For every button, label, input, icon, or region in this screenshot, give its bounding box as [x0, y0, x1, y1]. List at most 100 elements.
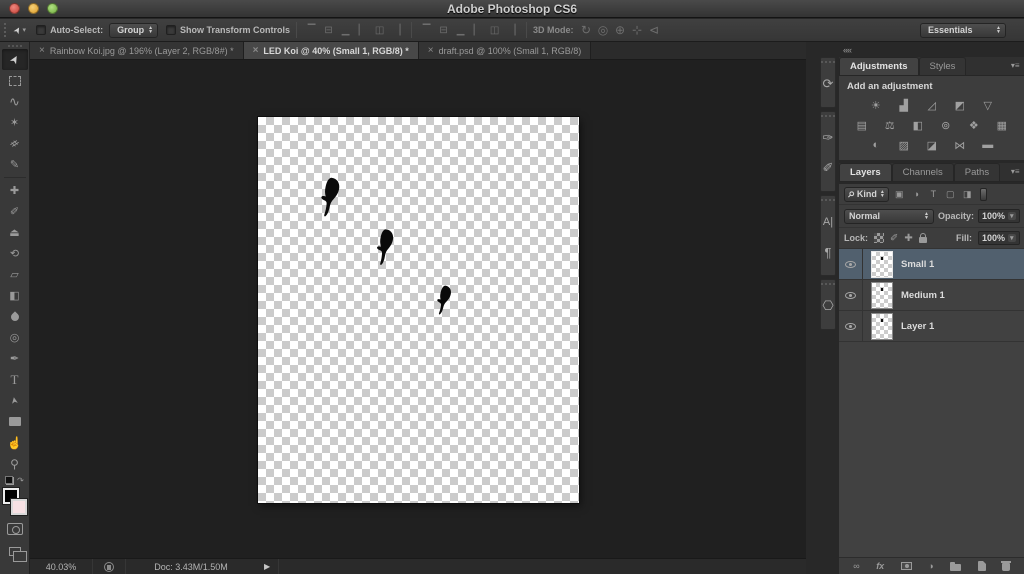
align-left-edges-button[interactable]: ▏ [354, 25, 371, 36]
layers-empty-area[interactable] [839, 342, 1024, 557]
tab-adjustments[interactable]: Adjustments [839, 57, 919, 75]
new-adjustment-layer-button[interactable]: ◑ [928, 561, 933, 571]
show-transform-checkbox[interactable] [166, 25, 176, 35]
screen-mode-button[interactable] [2, 541, 28, 562]
workspace-dropdown[interactable]: Essentials ▲▼ [920, 23, 1006, 38]
move-tool-preset-button[interactable]: ➤ ▾ [14, 25, 26, 36]
layer-name[interactable]: Medium 1 [901, 290, 945, 301]
distribute-right-edges-button[interactable]: ▕ [503, 25, 520, 36]
filter-shape-layers-icon[interactable]: ▢ [944, 189, 957, 200]
new-group-button[interactable] [950, 562, 961, 571]
close-icon[interactable]: × [428, 45, 434, 56]
dodge-tool-button[interactable]: ◎ [2, 327, 28, 348]
panel-menu-icon[interactable]: ▾≡ [1011, 167, 1020, 176]
3d-slide-icon[interactable]: ⊹ [629, 23, 646, 37]
filter-smart-objects-icon[interactable]: ◨ [961, 189, 974, 200]
visibility-cell[interactable] [839, 249, 863, 279]
distribute-horizontal-centers-button[interactable]: ◫ [486, 25, 503, 36]
zoom-level-field[interactable]: 40.03% [30, 562, 92, 572]
marquee-tool-button[interactable] [2, 70, 28, 91]
move-tool-button[interactable]: ➤ [2, 49, 28, 70]
rectangle-tool-button[interactable] [2, 411, 28, 432]
brightness-contrast-icon[interactable]: ☀ [867, 98, 885, 112]
pasteboard[interactable] [30, 60, 806, 558]
hand-tool-button[interactable]: ☝ [2, 432, 28, 453]
character-panel-icon[interactable]: A| [821, 207, 835, 237]
gradient-tool-button[interactable]: ◧ [2, 285, 28, 306]
panel-grip[interactable] [821, 199, 835, 201]
panel-grip[interactable] [821, 283, 835, 285]
zoom-tool-button[interactable]: ⚲ [2, 453, 28, 474]
eyedropper-tool-button[interactable]: ✎ [2, 154, 28, 175]
filtering-toggle[interactable] [980, 188, 987, 201]
distribute-vertical-centers-button[interactable]: ⊟ [435, 25, 452, 36]
layer-thumbnail[interactable] [871, 282, 893, 309]
collapse-dock-icon[interactable]: «« [843, 45, 851, 55]
lock-paint-icon[interactable]: ✐ [890, 233, 898, 244]
layer-name[interactable]: Small 1 [901, 259, 934, 270]
curves-icon[interactable]: ◿ [923, 98, 941, 112]
filter-kind-dropdown[interactable]: ⚲ Kind ▲▼ [844, 187, 889, 202]
visibility-cell[interactable] [839, 311, 863, 341]
link-layers-button[interactable]: ∞ [853, 561, 859, 571]
tab-styles[interactable]: Styles [919, 57, 967, 75]
color-balance-icon[interactable]: ⚖ [881, 118, 899, 132]
tab-led-koi[interactable]: × LED Koi @ 40% (Small 1, RGB/8) * [244, 42, 419, 59]
visibility-cell[interactable] [839, 280, 863, 310]
color-lookup-icon[interactable]: ▦ [993, 118, 1011, 132]
tool-presets-panel-icon[interactable]: ✐ [821, 153, 835, 183]
brush-tool-button[interactable]: ✐ [2, 201, 28, 222]
tab-paths[interactable]: Paths [954, 163, 1000, 181]
filter-adjustment-layers-icon[interactable]: ◑ [910, 189, 923, 199]
healing-brush-tool-button[interactable]: ✚ [2, 180, 28, 201]
pen-tool-button[interactable]: ✒ [2, 348, 28, 369]
panel-menu-icon[interactable]: ▾≡ [1011, 61, 1020, 70]
posterize-icon[interactable]: ▨ [895, 138, 913, 152]
photo-filter-icon[interactable]: ⊚ [937, 118, 955, 132]
auto-select-target-dropdown[interactable]: Group ▲▼ [109, 23, 158, 38]
layer-row-small-1[interactable]: Small 1 [839, 249, 1024, 280]
black-white-icon[interactable]: ◧ [909, 118, 927, 132]
eraser-tool-button[interactable]: ▱ [2, 264, 28, 285]
layer-row-layer-1[interactable]: Layer 1 [839, 311, 1024, 342]
hue-saturation-icon[interactable]: ▤ [853, 118, 871, 132]
close-icon[interactable]: × [39, 45, 45, 56]
distribute-left-edges-button[interactable]: ▏ [469, 25, 486, 36]
fill-field[interactable]: 100% ▾ [978, 231, 1020, 245]
layer-thumbnail[interactable] [871, 251, 893, 278]
close-icon[interactable]: × [253, 45, 259, 56]
align-horizontal-centers-button[interactable]: ◫ [371, 25, 388, 36]
tab-channels[interactable]: Channels [892, 163, 954, 181]
align-vertical-centers-button[interactable]: ⊟ [320, 25, 337, 36]
blur-tool-button[interactable] [2, 306, 28, 327]
lock-position-icon[interactable]: ✚ [904, 233, 912, 244]
chevron-down-icon[interactable]: ▾ [1008, 212, 1016, 220]
layer-name[interactable]: Layer 1 [901, 321, 934, 332]
new-layer-button[interactable] [978, 561, 986, 571]
opacity-field[interactable]: 100% ▾ [978, 209, 1020, 223]
threshold-icon[interactable]: ◪ [923, 138, 941, 152]
delete-layer-button[interactable] [1002, 561, 1010, 571]
background-color-swatch[interactable] [11, 499, 27, 515]
3d-rotate-icon[interactable]: ↻ [578, 23, 595, 37]
history-panel-icon[interactable]: ⟳ [821, 69, 835, 99]
options-bar-grip[interactable] [4, 23, 9, 37]
align-top-edges-button[interactable]: ▔ [303, 25, 320, 36]
gradient-map-icon[interactable]: ⋈ [951, 138, 969, 152]
type-tool-button[interactable]: T [2, 369, 28, 390]
layer-thumbnail[interactable] [871, 313, 893, 340]
quick-mask-button[interactable] [2, 518, 28, 539]
chevron-down-icon[interactable]: ▾ [1008, 234, 1016, 242]
panel-grip[interactable] [821, 61, 835, 63]
quick-selection-tool-button[interactable]: ✶ [2, 112, 28, 133]
lock-all-icon[interactable] [919, 237, 927, 243]
lock-transparency-icon[interactable] [874, 233, 884, 243]
lasso-tool-button[interactable]: ∿ [2, 91, 28, 112]
exposure-icon[interactable]: ◩ [951, 98, 969, 112]
3d-panel-icon[interactable]: ⎔ [821, 291, 835, 321]
tab-layers[interactable]: Layers [839, 163, 892, 181]
invert-icon[interactable]: ◐ [867, 138, 885, 152]
add-layer-mask-button[interactable] [901, 562, 912, 570]
default-colors-icon[interactable] [5, 476, 14, 485]
vibrance-icon[interactable]: ▽ [979, 98, 997, 112]
